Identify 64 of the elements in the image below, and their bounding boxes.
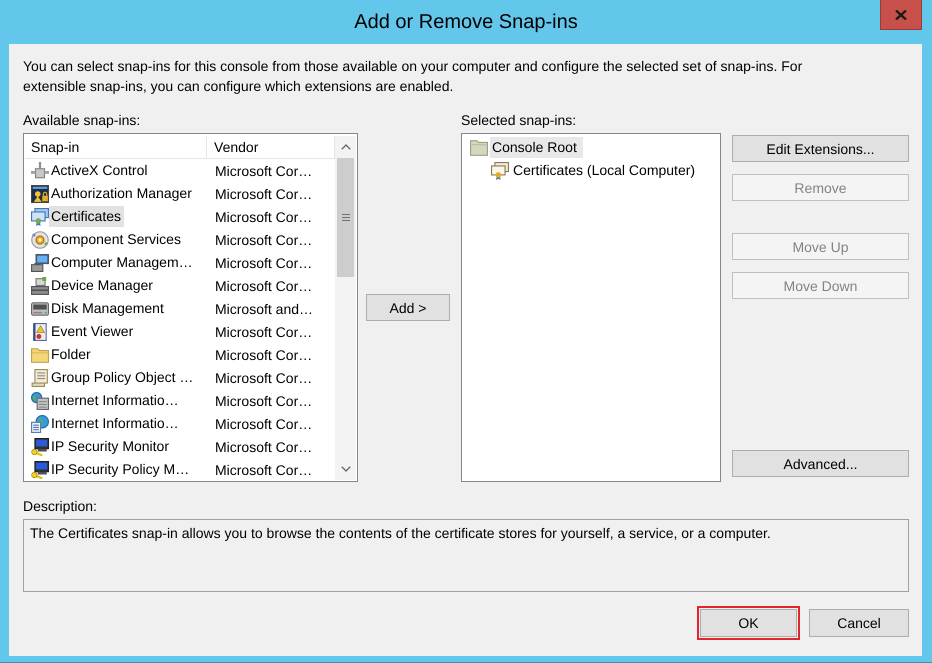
snap-in-item[interactable]: IP Security Policy M… — [49, 459, 192, 480]
snap-in-item[interactable]: Certificates — [49, 206, 124, 227]
vendor-cell: Microsoft and… — [215, 300, 314, 316]
scroll-icon — [31, 368, 49, 386]
snap-in-item[interactable]: Device Manager — [49, 275, 156, 296]
section-label: Description: — [23, 497, 97, 516]
folder-icon — [470, 138, 488, 156]
vendor-cell: Microsoft Cor… — [215, 232, 312, 248]
section-label: Selected snap-ins: — [461, 111, 576, 130]
ok-button[interactable]: OK — [700, 609, 797, 637]
tree-item[interactable]: Certificates (Local Computer) — [511, 160, 702, 181]
vendor-cell: Microsoft Cor… — [215, 278, 312, 294]
column-header[interactable]: Snap-in — [25, 136, 207, 159]
scrollbar-thumb[interactable] — [337, 158, 354, 277]
vendor-cell: Microsoft Cor… — [215, 392, 312, 408]
snap-in-item[interactable]: Folder — [49, 344, 94, 365]
snap-in-item[interactable]: IP Security Monitor — [49, 436, 172, 457]
vendor-cell: Microsoft Cor… — [215, 346, 312, 362]
snap-in-item[interactable]: ActiveX Control — [49, 160, 150, 181]
certificate-icon — [491, 162, 509, 180]
window-title: Add or Remove Snap-ins — [354, 10, 578, 35]
connector-icon — [31, 162, 49, 180]
vendor-cell: Microsoft Cor… — [215, 254, 312, 270]
vendor-cell: Microsoft Cor… — [215, 370, 312, 386]
snap-in-item[interactable]: Disk Management — [49, 298, 167, 319]
vendor-cell: Microsoft Cor… — [215, 324, 312, 340]
grip-icon — [342, 214, 350, 221]
tree-item[interactable]: Console Root — [490, 137, 583, 158]
log-book-icon — [31, 322, 49, 340]
vendor-cell: Microsoft Cor… — [215, 186, 312, 202]
chevron-up-icon — [340, 144, 350, 150]
monitor-key-icon — [31, 460, 49, 478]
section-label: Available snap-ins: — [23, 111, 140, 130]
vendor-cell: Microsoft Cor… — [215, 208, 312, 224]
instructions-text: You can select snap-ins for this console from those available on your computer and configure the selected set of snap-ins. For extensible snap-ins, you can configure which extensions are enabled. — [23, 57, 804, 96]
side-button[interactable]: Edit Extensions... — [732, 135, 909, 162]
gear-disc-icon — [31, 230, 49, 248]
dialog-button[interactable]: Cancel — [809, 609, 909, 637]
disk-drive-icon — [31, 300, 49, 318]
snap-in-item[interactable]: Authorization Manager — [49, 183, 195, 204]
close-icon — [895, 10, 907, 20]
folder-icon — [31, 346, 49, 364]
vendor-cell: Microsoft Cor… — [215, 438, 312, 454]
computer-icon — [31, 254, 49, 272]
side-button[interactable]: Advanced... — [732, 450, 909, 477]
lock-window-icon — [31, 184, 49, 202]
toolbox-icon — [31, 276, 49, 294]
snap-in-item[interactable]: Event Viewer — [49, 321, 136, 342]
snap-in-item[interactable]: Component Services — [49, 229, 184, 250]
snap-in-item[interactable]: Internet Informatio… — [49, 413, 182, 434]
chevron-down-icon — [340, 466, 350, 472]
server-globe-icon — [31, 392, 49, 410]
snap-in-item[interactable]: Group Policy Object … — [49, 367, 196, 388]
vendor-cell: Microsoft Cor… — [215, 462, 312, 478]
add-button[interactable]: Add > — [366, 294, 450, 321]
snap-in-item[interactable]: Internet Informatio… — [49, 390, 182, 411]
certificate-icon — [31, 208, 49, 226]
monitor-key-icon — [31, 438, 49, 456]
description-field: The Certificates snap-in allows you to browse the contents of the certificate stores for yourself, a service, or a computer. — [23, 519, 909, 592]
close-button[interactable] — [880, 0, 922, 30]
vendor-cell: Microsoft Cor… — [215, 162, 312, 178]
vendor-cell: Microsoft Cor… — [215, 416, 312, 432]
globe-document-icon — [31, 414, 49, 432]
snap-in-item[interactable]: Computer Managem… — [49, 252, 196, 273]
